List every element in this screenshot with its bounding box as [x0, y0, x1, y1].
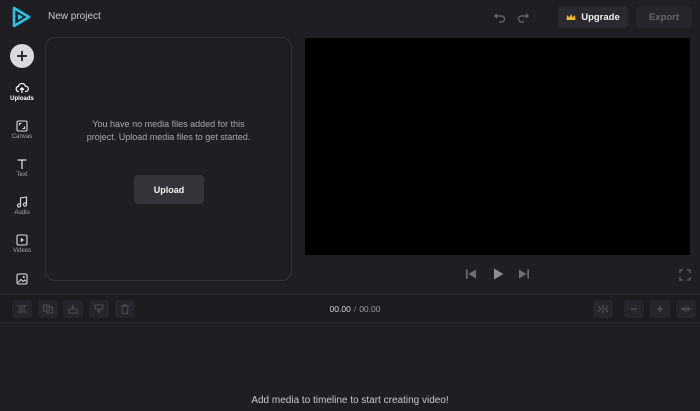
sidebar-item-canvas[interactable]: Canvas	[0, 120, 44, 154]
redo-icon[interactable]	[516, 10, 530, 24]
delete-button[interactable]	[115, 300, 135, 318]
undo-icon[interactable]	[493, 10, 507, 24]
plus-icon	[657, 306, 663, 312]
play-icon[interactable]	[491, 267, 505, 281]
sidebar-item-label: Videos	[12, 248, 32, 254]
sidebar-item-uploads[interactable]: Uploads	[0, 82, 44, 116]
plus-icon	[17, 51, 27, 61]
sidebar-item-label: Canvas	[11, 134, 33, 140]
duplicate-icon	[43, 304, 53, 314]
sidebar-item-label: Audio	[14, 210, 30, 216]
empty-media-message: You have no media files added for this p…	[86, 119, 251, 142]
top-bar: New project Upgrade Export	[0, 0, 700, 36]
minus-icon	[631, 308, 637, 310]
export-button[interactable]: Export	[636, 6, 692, 28]
zoom-out-button[interactable]	[624, 300, 644, 318]
image-icon	[16, 273, 28, 285]
sidebar-item-text[interactable]: Text	[0, 158, 44, 192]
layer-up-icon	[94, 304, 104, 314]
video-play-icon	[16, 234, 28, 246]
collapse-arrows-icon	[680, 306, 692, 312]
move-down-button[interactable]	[63, 300, 83, 318]
total-time: 00.00	[359, 304, 381, 314]
timeline-area[interactable]: Add media to timeline to start creating …	[0, 322, 700, 411]
add-media-button[interactable]	[10, 44, 34, 68]
sidebar-item-label: Uploads	[10, 96, 34, 102]
media-panel: You have no media files added for this p…	[45, 37, 292, 281]
split-button[interactable]	[12, 300, 32, 318]
player-controls	[464, 267, 534, 283]
timeline-empty-hint: Add media to timeline to start creating …	[251, 395, 449, 406]
app-logo[interactable]	[10, 6, 32, 28]
sidebar-item-videos[interactable]: Videos	[0, 234, 44, 268]
skip-forward-icon[interactable]	[517, 267, 531, 281]
layer-down-icon	[68, 304, 78, 314]
fullscreen-icon[interactable]	[679, 269, 691, 281]
time-separator: /	[353, 304, 357, 314]
upgrade-label: Upgrade	[581, 11, 620, 23]
upgrade-button[interactable]: Upgrade	[558, 6, 628, 28]
sidebar-item-images[interactable]	[0, 273, 44, 293]
duplicate-button[interactable]	[38, 300, 58, 318]
video-preview[interactable]	[305, 38, 690, 255]
fit-timeline-button[interactable]	[593, 300, 613, 318]
canvas-icon	[16, 120, 28, 132]
text-icon	[17, 159, 27, 169]
upload-button[interactable]: Upload	[134, 175, 204, 204]
crown-icon	[566, 13, 576, 20]
trash-icon	[121, 304, 129, 314]
sidebar-item-label: Text	[16, 172, 28, 178]
left-sidebar: Uploads Canvas Text Audio Videos	[0, 36, 44, 294]
sidebar-item-audio[interactable]: Audio	[0, 196, 44, 230]
expand-timeline-button[interactable]	[676, 300, 696, 318]
timeline-toolbar: 00.00/00.00	[0, 294, 700, 322]
fit-icon	[597, 305, 609, 313]
time-display: 00.00/00.00	[310, 304, 400, 314]
skip-back-icon[interactable]	[464, 267, 478, 281]
project-title[interactable]: New project	[48, 11, 101, 22]
current-time: 00.00	[329, 304, 351, 314]
split-icon	[17, 304, 27, 314]
music-note-icon	[16, 196, 28, 208]
move-up-button[interactable]	[89, 300, 109, 318]
upload-cloud-icon	[15, 82, 29, 93]
zoom-in-button[interactable]	[650, 300, 670, 318]
